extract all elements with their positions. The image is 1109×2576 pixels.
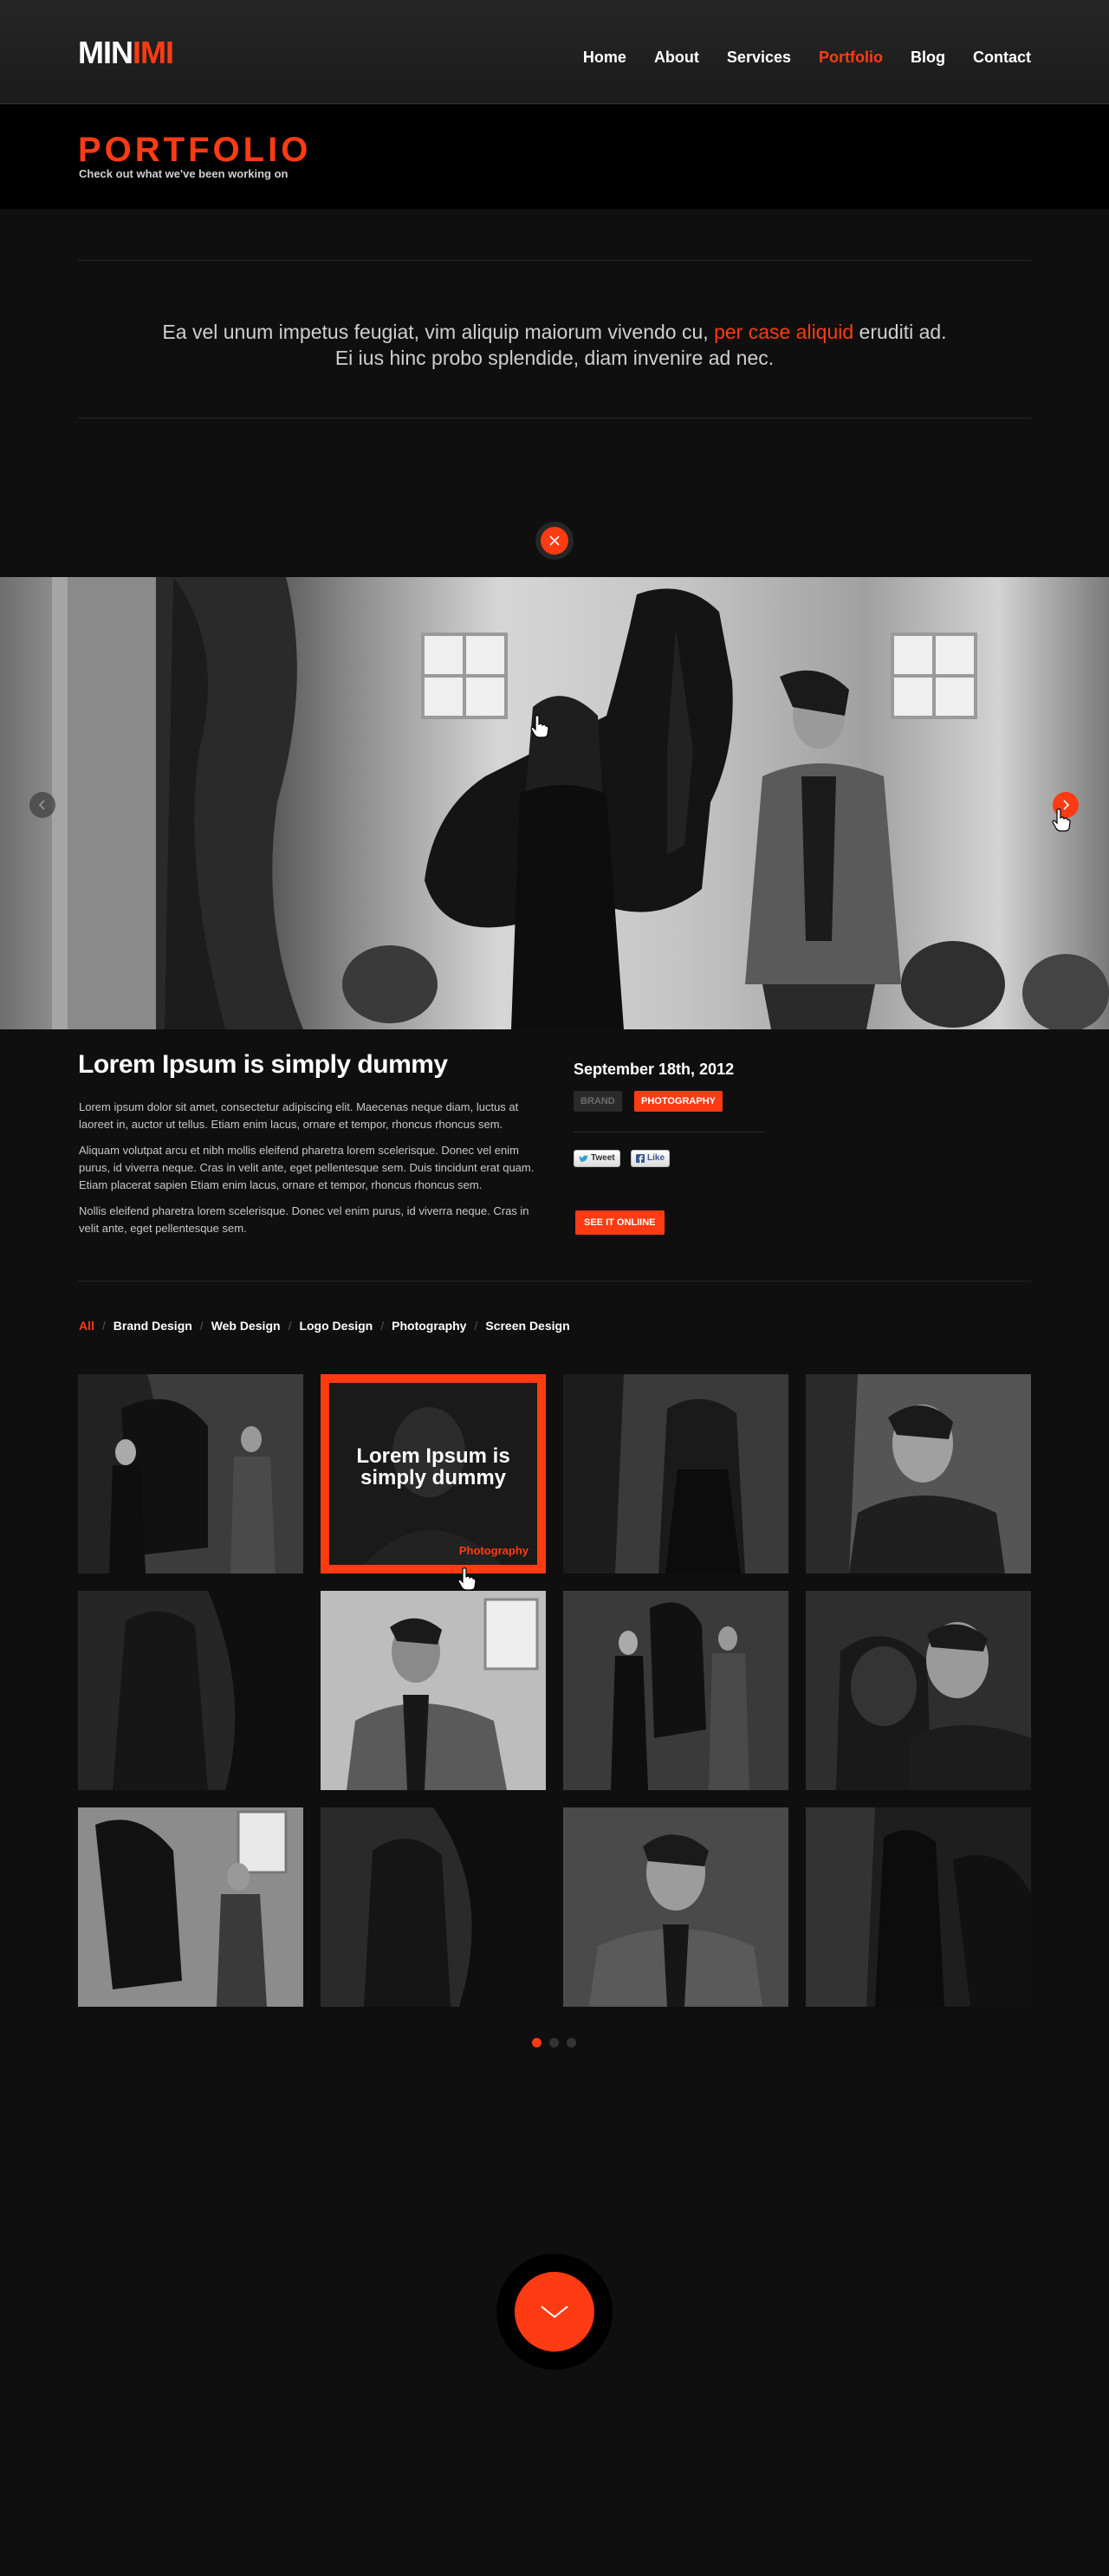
pagination-dot-3[interactable] bbox=[567, 2038, 576, 2047]
portfolio-item[interactable] bbox=[563, 1807, 788, 2007]
page-title: PORTFOLIO bbox=[78, 131, 312, 169]
page-title-band: PORTFOLIO Check out what we've been work… bbox=[0, 105, 1109, 209]
portfolio-item[interactable] bbox=[78, 1591, 303, 1790]
portfolio-thumbnail bbox=[806, 1591, 1031, 1790]
nav-blog[interactable]: Blog bbox=[911, 49, 945, 67]
portfolio-thumbnail bbox=[321, 1591, 546, 1790]
filter-separator: / bbox=[380, 1319, 385, 1333]
portfolio-item[interactable] bbox=[806, 1591, 1031, 1790]
portfolio-thumbnail bbox=[321, 1807, 546, 2007]
filter-screen-design[interactable]: Screen Design bbox=[485, 1319, 569, 1333]
filter-separator: / bbox=[199, 1319, 204, 1333]
filter-web-design[interactable]: Web Design bbox=[211, 1319, 281, 1333]
slider-prev-button[interactable] bbox=[29, 792, 55, 818]
filter-separator: / bbox=[474, 1319, 478, 1333]
pagination-dots bbox=[532, 2038, 576, 2047]
portfolio-item[interactable] bbox=[321, 1591, 546, 1790]
hover-category: Photography bbox=[458, 1544, 529, 1557]
portfolio-thumbnail bbox=[563, 1807, 788, 2007]
close-project-button[interactable] bbox=[535, 522, 574, 560]
facebook-icon bbox=[636, 1154, 645, 1163]
scroll-down-button[interactable] bbox=[496, 2254, 613, 2370]
intro-text: Ea vel unum impetus feugiat, vim aliquip… bbox=[78, 319, 1031, 371]
portfolio-item[interactable] bbox=[563, 1591, 788, 1790]
divider bbox=[78, 1281, 1031, 1282]
site-header: MINIMI Home About Services Portfolio Blo… bbox=[0, 0, 1109, 104]
hero-slider[interactable] bbox=[0, 577, 1109, 1029]
hover-title: Lorem Ipsum is simply dummy bbox=[356, 1444, 510, 1489]
close-icon bbox=[549, 535, 560, 546]
portfolio-item-hovered[interactable]: Lorem Ipsum is simply dummy Photography bbox=[321, 1374, 546, 1574]
intro-highlight[interactable]: per case aliquid bbox=[714, 321, 853, 343]
logo-part-2: IMI bbox=[133, 35, 174, 70]
portfolio-thumbnail bbox=[78, 1807, 303, 2007]
filter-logo-design[interactable]: Logo Design bbox=[299, 1319, 373, 1333]
page-subtitle: Check out what we've been working on bbox=[79, 167, 289, 180]
twitter-icon bbox=[579, 1154, 588, 1162]
portfolio-item[interactable] bbox=[806, 1374, 1031, 1574]
logo-part-1: MIN bbox=[78, 35, 133, 70]
portfolio-thumbnail bbox=[78, 1374, 303, 1574]
hand-cursor-icon bbox=[530, 715, 549, 738]
logo[interactable]: MINIMI bbox=[78, 35, 174, 71]
like-button[interactable]: Like bbox=[631, 1150, 671, 1167]
pagination-dot-1[interactable] bbox=[532, 2038, 542, 2047]
chevron-down-icon bbox=[541, 2306, 568, 2319]
filter-brand-design[interactable]: Brand Design bbox=[113, 1319, 192, 1333]
project-paragraph: Lorem ipsum dolor sit amet, consectetur … bbox=[79, 1100, 519, 1131]
portfolio-item[interactable] bbox=[563, 1374, 788, 1574]
nav-services[interactable]: Services bbox=[727, 49, 791, 67]
portfolio-item[interactable] bbox=[78, 1807, 303, 2007]
divider bbox=[78, 260, 1031, 261]
project-title: Lorem Ipsum is simply dummy bbox=[78, 1050, 448, 1079]
tag-brand[interactable]: BRAND bbox=[574, 1091, 622, 1112]
project-date: September 18th, 2012 bbox=[574, 1061, 735, 1078]
project-paragraph: Aliquam volutpat arcu et nibh mollis ele… bbox=[79, 1144, 535, 1191]
hero-photo bbox=[52, 577, 1109, 1029]
tweet-label: Tweet bbox=[591, 1153, 615, 1163]
filter-photography[interactable]: Photography bbox=[392, 1319, 466, 1333]
portfolio-thumbnail bbox=[806, 1374, 1031, 1574]
intro-text-part: eruditi ad. bbox=[853, 321, 947, 343]
tag-photography[interactable]: PHOTOGRAPHY bbox=[634, 1091, 723, 1112]
portfolio-item[interactable] bbox=[806, 1807, 1031, 2007]
portfolio-item[interactable] bbox=[78, 1374, 303, 1574]
portfolio-thumbnail bbox=[78, 1591, 303, 1790]
chevron-left-icon bbox=[38, 800, 45, 810]
filter-separator: / bbox=[101, 1319, 106, 1333]
see-it-online-button[interactable]: SEE IT ONLIINE bbox=[575, 1210, 665, 1235]
nav-portfolio[interactable]: Portfolio bbox=[819, 49, 883, 67]
like-label: Like bbox=[647, 1153, 665, 1163]
portfolio-thumbnail bbox=[806, 1807, 1031, 2007]
portfolio-thumbnail bbox=[563, 1591, 788, 1790]
intro-text-part: Ea vel unum impetus feugiat, vim aliquip… bbox=[162, 321, 715, 343]
portfolio-thumbnail bbox=[563, 1374, 788, 1574]
hand-cursor-icon bbox=[1052, 808, 1071, 832]
pagination-dot-2[interactable] bbox=[549, 2038, 559, 2047]
project-paragraph: Nollis eleifend pharetra lorem scelerisq… bbox=[79, 1204, 529, 1235]
filter-all[interactable]: All bbox=[79, 1319, 94, 1333]
tweet-button[interactable]: Tweet bbox=[574, 1150, 620, 1167]
divider bbox=[78, 418, 1031, 419]
intro-text-line2: Ei ius hinc probo splendide, diam inveni… bbox=[334, 347, 775, 369]
nav-home[interactable]: Home bbox=[583, 49, 626, 67]
hand-cursor-icon bbox=[457, 1567, 477, 1591]
portfolio-filters: All / Brand Design / Web Design / Logo D… bbox=[79, 1319, 570, 1333]
nav-about[interactable]: About bbox=[654, 49, 699, 67]
filter-separator: / bbox=[288, 1319, 292, 1333]
main-nav: Home About Services Portfolio Blog Conta… bbox=[583, 49, 1031, 67]
nav-contact[interactable]: Contact bbox=[973, 49, 1031, 67]
portfolio-item[interactable] bbox=[321, 1807, 546, 2007]
